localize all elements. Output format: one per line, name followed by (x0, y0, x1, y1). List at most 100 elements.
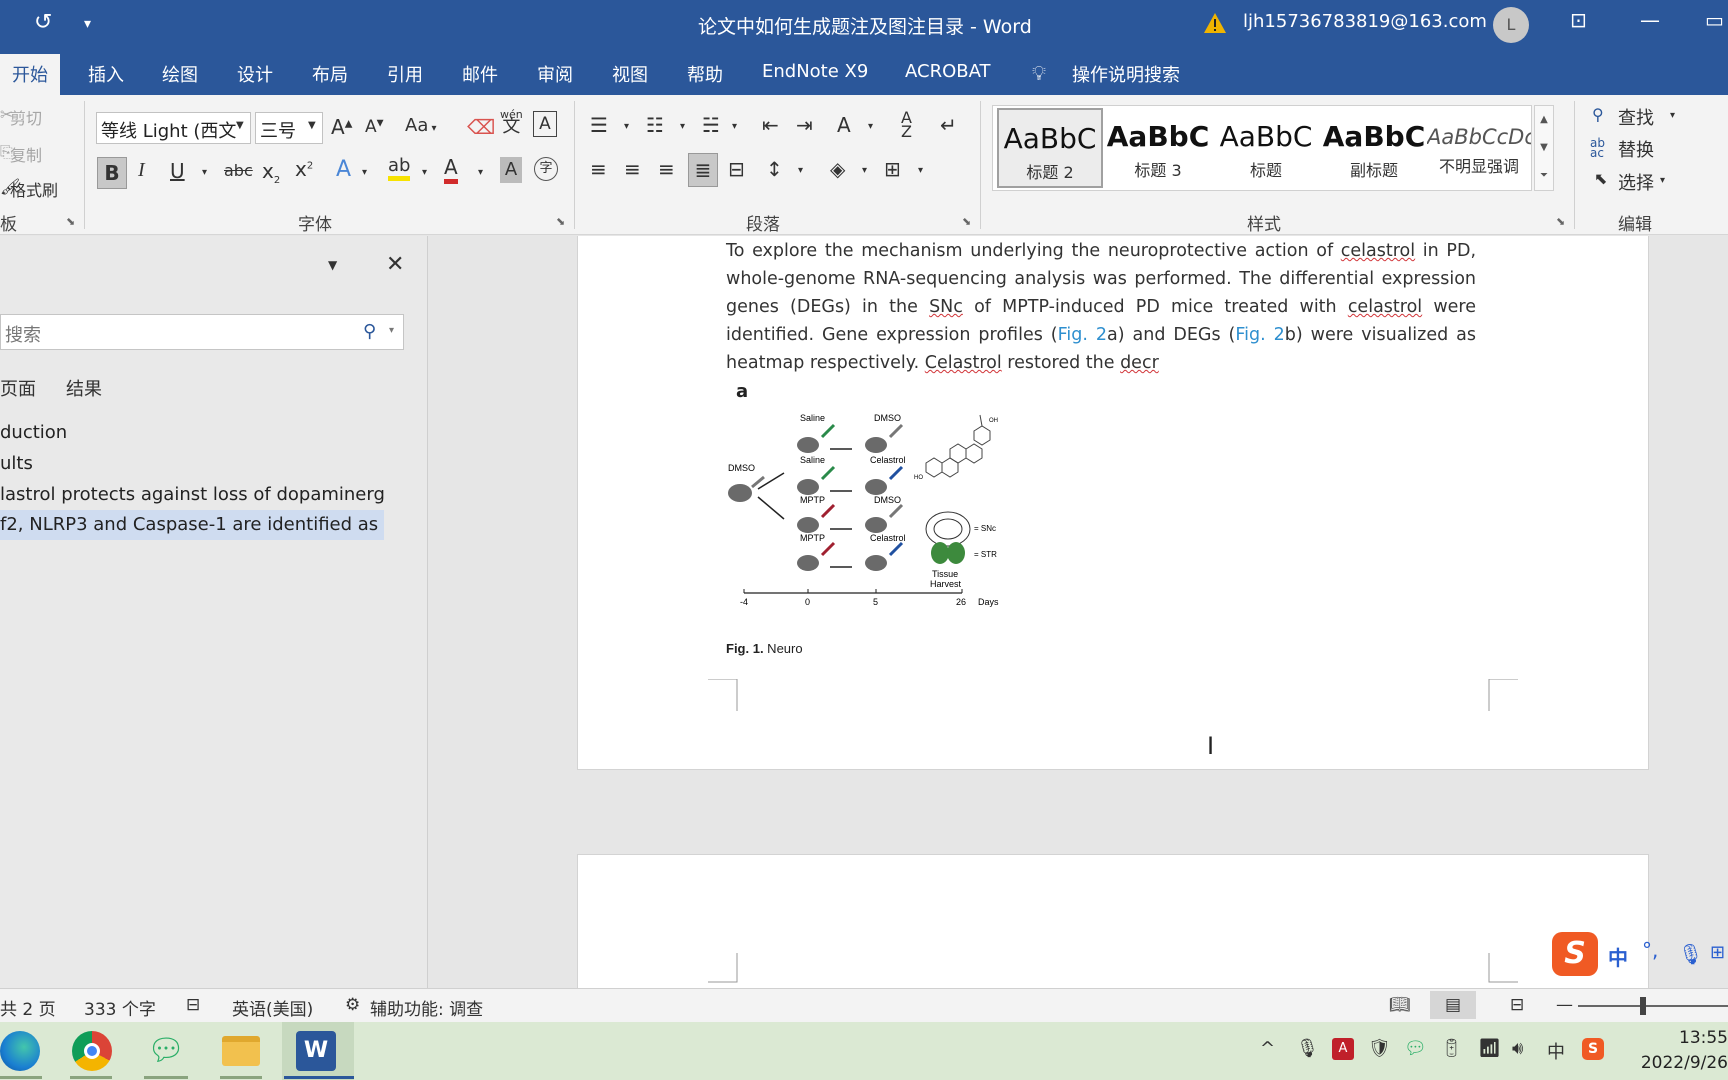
page[interactable]: To explore the mechanism underlying the … (577, 236, 1649, 770)
chevron-down-icon[interactable]: ▾ (478, 167, 483, 178)
highlight-icon[interactable]: ab (388, 155, 411, 181)
align-right-icon[interactable]: ≡ (658, 157, 675, 181)
close-icon[interactable]: ✕ (386, 252, 404, 277)
microphone-tray-icon[interactable]: 🎙︎ (1296, 1038, 1319, 1059)
multilevel-list-icon[interactable]: ☵ (702, 113, 720, 137)
font-launcher-icon[interactable]: ⬊ (556, 215, 565, 228)
battery-icon[interactable]: 🔋︎ (1440, 1038, 1463, 1059)
tab-design[interactable]: 设计 (237, 61, 273, 87)
language-indicator[interactable]: 英语(美国) (232, 995, 313, 1020)
read-mode-icon[interactable]: 📖︎ (1389, 995, 1411, 1015)
zoom-slider[interactable] (1578, 1005, 1728, 1007)
edge-icon[interactable] (0, 1031, 40, 1071)
warning-icon[interactable] (1203, 11, 1227, 35)
shrink-font-icon[interactable]: A▼ (365, 117, 384, 137)
distributed-icon[interactable]: ⊟ (728, 157, 745, 181)
chevron-down-icon[interactable]: ▾ (1660, 175, 1665, 186)
tell-me-search[interactable]: 操作说明搜索 (1072, 61, 1180, 87)
subscript-button[interactable]: x2 (262, 159, 280, 186)
change-case-button[interactable]: Aa ▾ (405, 115, 437, 136)
underline-button[interactable]: U (170, 159, 185, 183)
pane-options-icon[interactable]: ▼ (328, 258, 337, 272)
input-language-indicator[interactable]: 中 (1547, 1038, 1565, 1064)
sogou-logo-icon[interactable]: S (1552, 932, 1598, 976)
tab-view[interactable]: 视图 (612, 61, 648, 87)
line-spacing-icon[interactable]: ↕ (766, 157, 783, 181)
chevron-up-icon[interactable]: ▲ (1535, 106, 1553, 134)
nav-heading-results[interactable]: ults (0, 449, 384, 479)
tab-help[interactable]: 帮助 (687, 61, 723, 87)
misspelled-word[interactable]: SNc (929, 297, 963, 317)
nav-heading-introduction[interactable]: duction (0, 418, 384, 448)
lightbulb-icon[interactable]: 💡︎ (1032, 61, 1046, 85)
tab-layout[interactable]: 布局 (312, 61, 348, 87)
bullets-icon[interactable]: ☰ (590, 113, 608, 137)
nav-tab-pages[interactable]: 页面 (0, 375, 36, 401)
chrome-icon[interactable] (72, 1031, 112, 1071)
font-name-dropdown[interactable]: 等线 Light (西文 (96, 112, 251, 144)
misspelled-word[interactable]: Celastrol (925, 353, 1002, 373)
misspelled-word[interactable]: celastrol (1348, 297, 1422, 317)
copy-button[interactable]: 复制 (10, 142, 42, 166)
italic-button[interactable]: I (138, 159, 145, 182)
tab-references[interactable]: 引用 (387, 61, 423, 87)
avatar[interactable]: L (1493, 7, 1529, 43)
numbering-icon[interactable]: ☷ (646, 113, 664, 137)
file-explorer-icon[interactable] (222, 1036, 260, 1066)
find-button[interactable]: 查找 (1618, 104, 1654, 130)
character-border-icon[interactable]: A (533, 111, 557, 137)
chevron-down-icon[interactable]: ▼ (1535, 134, 1553, 162)
maximize-button[interactable]: ▭ (1705, 8, 1724, 32)
clock[interactable]: 13:55 2022/9/26 (1620, 1026, 1728, 1076)
chevron-down-icon[interactable]: ▾ (868, 121, 873, 132)
text-effects-icon[interactable]: A (336, 157, 351, 182)
show-formatting-icon[interactable]: ↵ (940, 113, 957, 137)
figure-cross-reference[interactable]: Fig. 2 (1235, 325, 1284, 345)
nav-search-input[interactable]: 搜索 ⚲ ▾ (0, 314, 404, 350)
more-styles-icon[interactable]: ⏷ (1535, 162, 1553, 190)
enclose-characters-icon[interactable]: 字 (534, 157, 558, 181)
chevron-down-icon[interactable]: ▾ (624, 121, 629, 132)
phonetic-guide-icon[interactable]: wén 文 (500, 109, 523, 136)
chevron-down-icon[interactable]: ▾ (389, 325, 394, 336)
chevron-down-icon[interactable]: ▼ (308, 120, 316, 131)
ime-mode[interactable]: 中 (1608, 942, 1628, 971)
acrobat-tray-icon[interactable]: A (1332, 1038, 1354, 1060)
style-subtle-emphasis[interactable]: AaBbCcDc 不明显强调 (1427, 108, 1531, 188)
zoom-slider-thumb[interactable] (1640, 997, 1646, 1015)
misspelled-word[interactable]: celastrol (1341, 241, 1415, 261)
microphone-icon[interactable]: 🎙︎ (1678, 942, 1703, 966)
print-layout-icon[interactable]: ▤ (1430, 991, 1476, 1019)
character-shading-icon[interactable]: A (500, 157, 522, 183)
search-icon[interactable]: ⚲ (363, 321, 376, 342)
clipboard-launcher-icon[interactable]: ⬊ (66, 215, 75, 228)
clear-formatting-icon[interactable]: ⌫ (467, 115, 495, 139)
chevron-down-icon[interactable]: ▼ (236, 120, 244, 131)
figure-cross-reference[interactable]: Fig. 2 (1058, 325, 1107, 345)
align-left-icon[interactable]: ≡ (590, 157, 607, 181)
chevron-down-icon[interactable]: ▾ (422, 167, 427, 178)
chevron-down-icon[interactable]: ▾ (798, 165, 803, 176)
increase-indent-icon[interactable]: ⇥ (796, 113, 813, 137)
shading-icon[interactable]: ◈ (830, 157, 845, 181)
redo-icon[interactable]: ↺ (34, 10, 52, 35)
tab-draw[interactable]: 绘图 (162, 61, 198, 87)
tab-home[interactable]: 开始 (0, 54, 60, 95)
tab-endnote[interactable]: EndNote X9 (762, 61, 868, 82)
chevron-down-icon[interactable]: ▾ (918, 165, 923, 176)
ribbon-display-options-icon[interactable]: ⊡ (1570, 8, 1587, 32)
nav-tab-results[interactable]: 结果 (66, 375, 102, 401)
chevron-down-icon[interactable]: ▾ (732, 121, 737, 132)
body-paragraph[interactable]: To explore the mechanism underlying the … (726, 237, 1476, 377)
strikethrough-button[interactable]: abc (224, 161, 253, 180)
figure-caption[interactable]: Fig. 1. Neuro (726, 641, 803, 656)
misspelled-word[interactable]: decr (1120, 353, 1159, 373)
chevron-down-icon[interactable]: ▾ (202, 167, 207, 178)
document-area[interactable]: To explore the mechanism underlying the … (429, 236, 1728, 988)
customize-quick-access-icon[interactable]: ▾ (84, 16, 91, 32)
select-button[interactable]: 选择 (1618, 169, 1654, 195)
nav-heading-celastrol[interactable]: lastrol protects against loss of dopamin… (0, 480, 384, 510)
styles-scroll[interactable]: ▲ ▼ ⏷ (1534, 105, 1554, 191)
sort-icon[interactable]: AZ (901, 110, 912, 140)
borders-icon[interactable]: ⊞ (884, 157, 901, 181)
